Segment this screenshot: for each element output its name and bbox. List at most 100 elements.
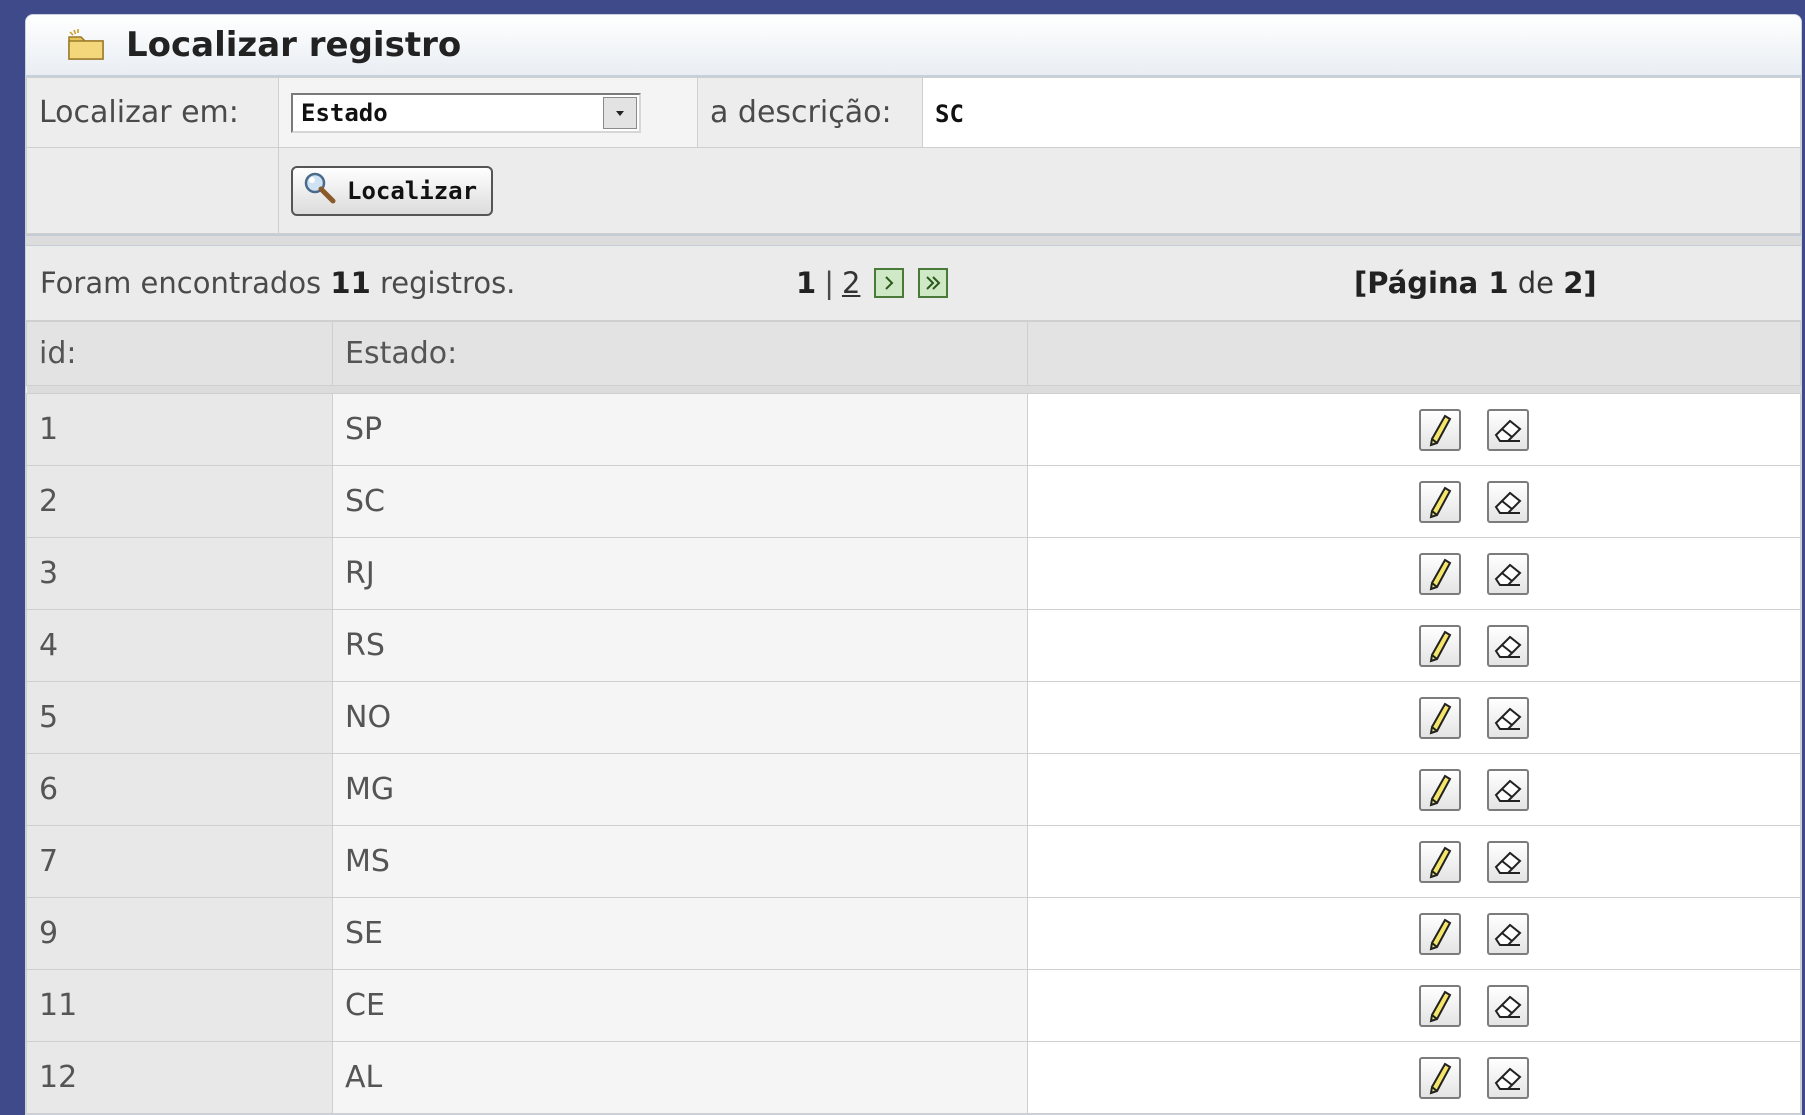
pencil-icon[interactable]	[1419, 480, 1462, 523]
pencil-icon[interactable]	[1419, 912, 1462, 955]
cell-estado: SC	[332, 465, 1028, 538]
description-input[interactable]: SC	[922, 77, 1801, 148]
eraser-icon[interactable]	[1486, 480, 1529, 523]
pencil-icon[interactable]	[1419, 696, 1462, 739]
empty-cell	[26, 147, 279, 234]
search-form: Localizar em: Estado a descrição: SC Loc…	[26, 77, 1801, 234]
results-count-prefix: Foram encontrados	[40, 266, 331, 300]
localizar-button-label: Localizar	[347, 176, 478, 205]
search-field-label: Localizar em:	[26, 77, 279, 148]
panel-header: Localizar registro	[26, 15, 1801, 77]
cell-id: 2	[26, 465, 333, 538]
cell-actions	[1027, 969, 1801, 1042]
table-row: 9 SE	[26, 897, 1801, 970]
cell-estado: CE	[332, 969, 1028, 1042]
pager-link-page-2[interactable]: 2	[842, 266, 860, 300]
table-row: 2 SC	[26, 465, 1801, 538]
cell-estado: SP	[332, 393, 1028, 466]
cell-actions	[1027, 897, 1801, 970]
cell-actions	[1027, 1041, 1801, 1114]
page-info-total: 2	[1563, 266, 1584, 300]
eraser-icon[interactable]	[1486, 408, 1529, 451]
cell-estado: NO	[332, 681, 1028, 754]
description-label: a descrição:	[697, 77, 923, 148]
cell-actions	[1027, 681, 1801, 754]
cell-actions	[1027, 825, 1801, 898]
results-table: id: Estado: 1 SP 2 SC 3 RJ 4 RS 5 NO 6 M…	[26, 321, 1801, 1114]
table-row: 4 RS	[26, 609, 1801, 682]
cell-actions	[1027, 393, 1801, 466]
cell-actions	[1027, 609, 1801, 682]
table-row: 12 AL	[26, 1041, 1801, 1114]
page-info-open: [Página	[1354, 266, 1489, 300]
cell-id: 11	[26, 969, 333, 1042]
next-page-icon[interactable]	[874, 268, 905, 298]
eraser-icon[interactable]	[1486, 696, 1529, 739]
cell-estado: MS	[332, 825, 1028, 898]
cell-actions	[1027, 465, 1801, 538]
cell-estado: SE	[332, 897, 1028, 970]
column-header-actions	[1027, 321, 1801, 386]
eraser-icon[interactable]	[1486, 624, 1529, 667]
search-field-select[interactable]: Estado	[291, 92, 641, 133]
results-bar: Foram encontrados 11 registros. 1 | 2 [P…	[26, 246, 1801, 321]
table-row: 6 MG	[26, 753, 1801, 826]
table-row: 11 CE	[26, 969, 1801, 1042]
cell-estado: RJ	[332, 537, 1028, 610]
pencil-icon[interactable]	[1419, 1056, 1462, 1099]
cell-actions	[1027, 537, 1801, 610]
cell-id: 5	[26, 681, 333, 754]
eraser-icon[interactable]	[1486, 984, 1529, 1027]
pager-separator: |	[824, 266, 834, 300]
cell-id: 1	[26, 393, 333, 466]
last-page-icon[interactable]	[918, 268, 949, 298]
results-count-suffix: registros.	[370, 266, 516, 300]
eraser-icon[interactable]	[1486, 912, 1529, 955]
page-title: Localizar registro	[126, 25, 462, 65]
page-info: [Página 1 de 2]	[1354, 266, 1597, 300]
cell-id: 7	[26, 825, 333, 898]
magnifier-icon	[301, 170, 341, 212]
pager-current: 1	[796, 266, 817, 300]
folder-icon	[66, 28, 106, 62]
table-row: 5 NO	[26, 681, 1801, 754]
cell-id: 12	[26, 1041, 333, 1114]
page-info-current: 1	[1488, 266, 1509, 300]
pencil-icon[interactable]	[1419, 840, 1462, 883]
column-header-estado: Estado:	[332, 321, 1028, 386]
description-value: SC	[935, 100, 964, 128]
column-header-id: id:	[26, 321, 333, 386]
results-count-number: 11	[330, 266, 371, 300]
localizar-button[interactable]: Localizar	[291, 165, 494, 216]
eraser-icon[interactable]	[1486, 840, 1529, 883]
divider	[26, 234, 1801, 246]
cell-id: 9	[26, 897, 333, 970]
pager: 1 | 2	[796, 266, 949, 300]
eraser-icon[interactable]	[1486, 768, 1529, 811]
cell-id: 3	[26, 537, 333, 610]
page-info-close: ]	[1583, 266, 1597, 300]
page-info-of: de	[1508, 266, 1564, 300]
cell-id: 4	[26, 609, 333, 682]
cell-id: 6	[26, 753, 333, 826]
eraser-icon[interactable]	[1486, 552, 1529, 595]
search-field-value: Estado	[301, 98, 388, 127]
pencil-icon[interactable]	[1419, 984, 1462, 1027]
eraser-icon[interactable]	[1486, 1056, 1529, 1099]
table-header-row: id: Estado:	[26, 321, 1801, 386]
pencil-icon[interactable]	[1419, 768, 1462, 811]
table-row: 7 MS	[26, 825, 1801, 898]
table-row: 1 SP	[26, 393, 1801, 466]
pencil-icon[interactable]	[1419, 408, 1462, 451]
cell-estado: MG	[332, 753, 1028, 826]
results-count: Foram encontrados 11 registros.	[40, 266, 515, 300]
pencil-icon[interactable]	[1419, 552, 1462, 595]
pencil-icon[interactable]	[1419, 624, 1462, 667]
chevron-down-icon[interactable]	[603, 96, 637, 129]
cell-actions	[1027, 753, 1801, 826]
table-row: 3 RJ	[26, 537, 1801, 610]
header-separator	[26, 385, 1801, 394]
cell-estado: AL	[332, 1041, 1028, 1114]
find-record-panel: Localizar registro Localizar em: Estado …	[25, 14, 1802, 1115]
cell-estado: RS	[332, 609, 1028, 682]
